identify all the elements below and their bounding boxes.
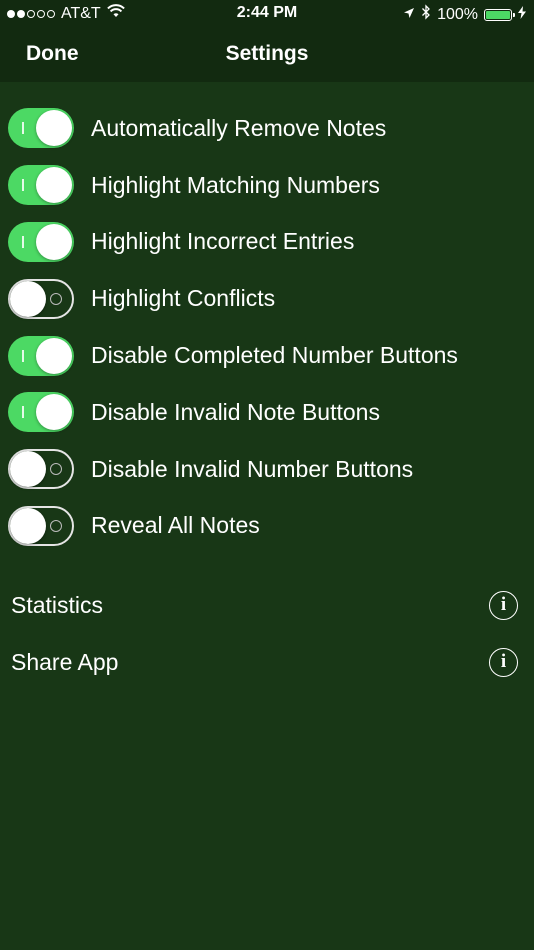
disable-invalid-number-buttons-toggle[interactable]	[8, 449, 74, 490]
bluetooth-icon	[421, 4, 431, 25]
setting-label: Disable Invalid Note Buttons	[91, 398, 380, 425]
toggle-on-mark-icon	[22, 406, 24, 419]
highlight-matching-numbers-toggle[interactable]	[8, 165, 74, 206]
setting-label: Automatically Remove Notes	[91, 114, 387, 141]
setting-row-disable-invalid-note-buttons: Disable Invalid Note Buttons	[0, 384, 534, 441]
battery-fill	[486, 10, 510, 19]
setting-row-disable-invalid-number-buttons: Disable Invalid Number Buttons	[0, 441, 534, 498]
setting-label: Disable Invalid Number Buttons	[91, 455, 414, 482]
status-right: 100%	[403, 4, 526, 25]
toggle-off-mark-icon	[50, 292, 62, 305]
toggle-knob	[10, 280, 46, 317]
toggle-off-mark-icon	[50, 519, 62, 532]
setting-label: Highlight Conflicts	[91, 285, 276, 312]
battery-icon	[484, 8, 515, 21]
battery-cap	[513, 12, 515, 17]
toggle-knob	[10, 507, 46, 544]
toggle-on-mark-icon	[22, 349, 24, 362]
statistics-row[interactable]: Statistics i	[0, 578, 534, 634]
disable-completed-number-buttons-toggle[interactable]	[8, 335, 74, 376]
info-icon[interactable]: i	[489, 591, 518, 620]
disable-invalid-note-buttons-toggle[interactable]	[8, 392, 74, 433]
highlight-conflicts-toggle[interactable]	[8, 278, 74, 319]
reveal-all-notes-toggle[interactable]	[8, 505, 74, 546]
setting-label: Highlight Incorrect Entries	[91, 228, 355, 255]
toggle-knob	[36, 223, 72, 260]
toggle-knob	[36, 337, 72, 374]
toggle-on-mark-icon	[22, 122, 24, 135]
settings-list: Automatically Remove Notes Highlight Mat…	[0, 100, 534, 554]
setting-row-reveal-all-notes: Reveal All Notes	[0, 498, 534, 555]
setting-label: Reveal All Notes	[91, 512, 260, 539]
page-title: Settings	[225, 42, 309, 65]
share-app-row[interactable]: Share App i	[0, 635, 534, 691]
toggle-knob	[36, 110, 72, 147]
setting-label: Highlight Matching Numbers	[91, 171, 380, 198]
battery-percent: 100%	[437, 5, 478, 23]
toggle-knob	[10, 451, 46, 488]
charging-bolt-icon	[518, 5, 526, 24]
auto-remove-notes-toggle[interactable]	[8, 108, 74, 149]
location-arrow-icon	[403, 6, 415, 24]
setting-row-highlight-conflicts: Highlight Conflicts	[0, 270, 534, 327]
toggle-knob	[36, 394, 72, 431]
setting-row-disable-completed-number-buttons: Disable Completed Number Buttons	[0, 327, 534, 384]
statistics-label: Statistics	[11, 592, 104, 618]
highlight-incorrect-entries-toggle[interactable]	[8, 221, 74, 262]
toggle-on-mark-icon	[22, 179, 24, 192]
toggle-off-mark-icon	[50, 463, 62, 476]
navigation-bar: Done Settings	[0, 27, 534, 82]
toggle-on-mark-icon	[22, 235, 24, 248]
share-app-label: Share App	[11, 649, 119, 675]
setting-row-highlight-incorrect-entries: Highlight Incorrect Entries	[0, 214, 534, 271]
toggle-knob	[36, 167, 72, 204]
setting-row-auto-remove-notes: Automatically Remove Notes	[0, 100, 534, 157]
setting-row-highlight-matching-numbers: Highlight Matching Numbers	[0, 157, 534, 214]
setting-label: Disable Completed Number Buttons	[91, 342, 458, 369]
status-bar: AT&T 2:44 PM 100%	[0, 0, 534, 27]
info-icon[interactable]: i	[489, 648, 518, 677]
